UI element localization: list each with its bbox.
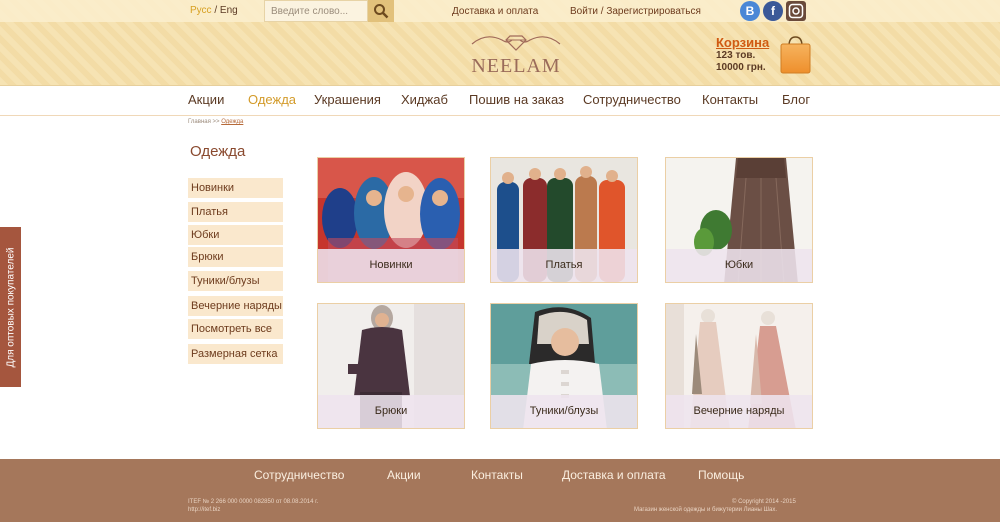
lang-en-link[interactable]: Eng: [220, 5, 238, 16]
facebook-icon[interactable]: f: [763, 1, 783, 21]
page-title: Одежда: [190, 143, 246, 160]
footer-link-cooperation[interactable]: Сотрудничество: [254, 468, 344, 482]
sidebar-item-new[interactable]: Новинки: [188, 178, 283, 198]
category-card-evening[interactable]: Вечерние наряды: [665, 303, 813, 429]
nav-item-jewelry[interactable]: Украшения: [314, 92, 381, 107]
footer-link-delivery[interactable]: Доставка и оплата: [562, 468, 666, 482]
category-card-label: Туники/блузы: [491, 395, 637, 428]
sidebar-item-evening[interactable]: Вечерние наряды: [188, 296, 283, 316]
footer-link-promos[interactable]: Акции: [387, 468, 421, 482]
category-card-label: Новинки: [318, 249, 464, 282]
category-card-label: Вечерние наряды: [666, 395, 812, 428]
nav-item-custom-tailoring[interactable]: Пошив на заказ: [469, 92, 564, 107]
nav-item-hijab[interactable]: Хиджаб: [401, 92, 448, 107]
instagram-icon[interactable]: [786, 1, 806, 21]
search-button[interactable]: [368, 0, 394, 22]
lang-ru-link[interactable]: Русс: [190, 5, 212, 16]
nav-item-promos[interactable]: Акции: [188, 92, 224, 107]
wholesale-tab-label: Для оптовых покупателей: [5, 247, 16, 367]
category-card-skirts[interactable]: Юбки: [665, 157, 813, 283]
registration-link[interactable]: http://itef.biz: [188, 506, 220, 514]
vk-icon[interactable]: В: [740, 1, 760, 21]
copyright-text: © Copyright 2014 -2015: [732, 499, 796, 505]
search-input[interactable]: [264, 0, 368, 22]
category-card-dresses[interactable]: Платья: [490, 157, 638, 283]
shop-description: Магазин женской одежды и бижутерии Лианы…: [634, 507, 778, 513]
sidebar-item-size-chart[interactable]: Размерная сетка: [188, 344, 283, 364]
sidebar-item-trousers[interactable]: Брюки: [188, 247, 283, 267]
cart-item-count: 123 тов.: [716, 50, 756, 61]
delivery-link[interactable]: Доставка и оплата: [452, 6, 538, 17]
diamond-ornament-icon: [471, 35, 561, 51]
breadcrumb-home[interactable]: Главная: [188, 119, 211, 125]
category-card-label: Юбки: [666, 249, 812, 282]
sidebar-item-tunics[interactable]: Туники/блузы: [188, 271, 283, 291]
footer-link-help[interactable]: Помощь: [698, 468, 744, 482]
site-logo[interactable]: NEELAM: [468, 30, 564, 78]
nav-item-contacts[interactable]: Контакты: [702, 92, 758, 107]
category-card-new[interactable]: Новинки: [317, 157, 465, 283]
nav-item-clothing[interactable]: Одежда: [248, 92, 296, 107]
search-box: [264, 0, 394, 22]
footer-link-contacts[interactable]: Контакты: [471, 468, 523, 482]
footer: Сотрудничество Акции Контакты Доставка и…: [0, 459, 1000, 522]
nav-item-blog[interactable]: Блог: [782, 92, 810, 107]
sidebar-item-skirts[interactable]: Юбки: [188, 225, 283, 245]
breadcrumb: Главная >> Одежда: [188, 119, 244, 125]
sidebar-item-view-all[interactable]: Посмотреть все: [188, 319, 283, 339]
header: Русс / Eng Доставка и оплата Войти / Зар…: [0, 0, 1000, 86]
main-nav: Акции Одежда Украшения Хиджаб Пошив на з…: [0, 86, 1000, 116]
breadcrumb-current[interactable]: Одежда: [221, 119, 243, 125]
wholesale-buyers-tab[interactable]: Для оптовых покупателей: [0, 227, 21, 387]
shopping-bag-icon[interactable]: [780, 34, 811, 74]
cart-summary[interactable]: Корзина 123 тов. 10000 грн.: [716, 35, 769, 74]
language-switcher: Русс / Eng: [190, 5, 238, 16]
cart-total: 10000 грн.: [716, 62, 766, 73]
category-card-tunics[interactable]: Туники/блузы: [490, 303, 638, 429]
category-card-label: Платья: [491, 249, 637, 282]
logo-text: NEELAM: [471, 55, 561, 77]
cart-title[interactable]: Корзина: [716, 35, 769, 50]
registration-text: ITEF № 2 266 000 0000 082850 от 08.08.20…: [188, 499, 319, 505]
sidebar-item-dresses[interactable]: Платья: [188, 202, 283, 222]
login-register-link[interactable]: Войти / Зарегистрироваться: [570, 6, 701, 17]
top-bar: Русс / Eng Доставка и оплата Войти / Зар…: [0, 0, 1000, 22]
search-icon: [374, 4, 389, 19]
category-card-trousers[interactable]: Брюки: [317, 303, 465, 429]
nav-item-cooperation[interactable]: Сотрудничество: [583, 92, 681, 107]
category-card-label: Брюки: [318, 395, 464, 428]
